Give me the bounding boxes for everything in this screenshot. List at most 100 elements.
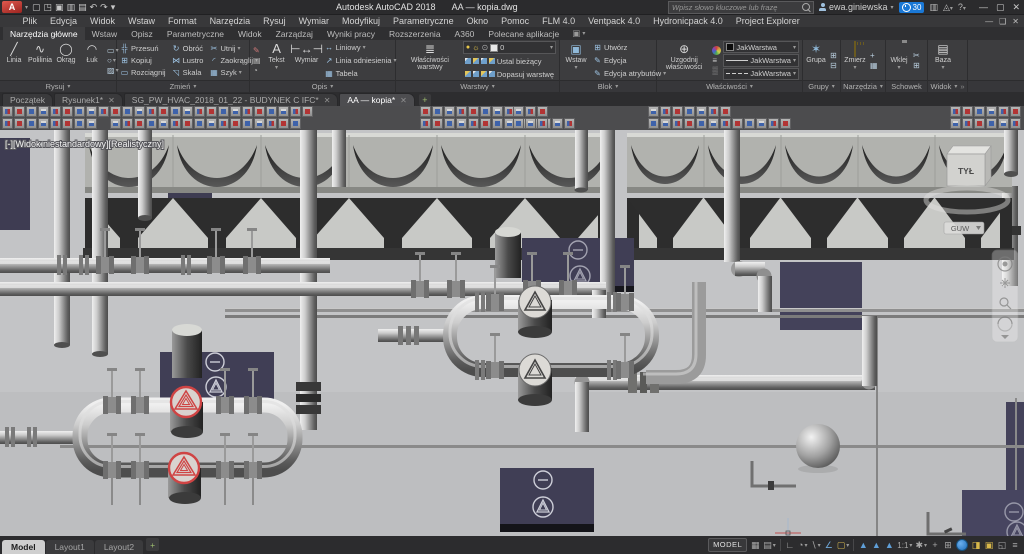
viewcube-face-label[interactable]: TYŁ — [958, 166, 974, 176]
quick-properties-icon[interactable]: ⊞ — [943, 540, 953, 551]
ribbon-tab-a360[interactable]: A360 — [448, 27, 482, 40]
qat-customize-icon[interactable]: ▾ — [111, 1, 116, 13]
model-space-button[interactable]: MODEL — [708, 538, 747, 552]
toolbar-icon[interactable] — [768, 118, 779, 129]
toolbar-icon[interactable] — [278, 118, 289, 129]
doc-close-button[interactable]: ✕ — [1012, 17, 1019, 26]
toolbar-icon[interactable] — [266, 118, 277, 129]
maximize-button[interactable]: ▢ — [996, 2, 1005, 13]
drawing-tab-początek[interactable]: Początek — [2, 93, 53, 106]
toolbar-icon[interactable] — [230, 118, 241, 129]
toolbar-icon[interactable] — [158, 118, 169, 129]
viewport-canvas[interactable]: TYŁ GUW — [0, 130, 1024, 536]
menu-item-pomoc[interactable]: Pomoc — [495, 16, 536, 26]
toolbar-icon[interactable] — [74, 106, 85, 117]
toolbar-icon[interactable] — [648, 106, 659, 117]
isolate-objects-icon[interactable]: ◨ — [971, 540, 981, 551]
toolbar-icon[interactable] — [648, 118, 659, 129]
group-button[interactable]: ✶ Grupa — [804, 41, 828, 80]
toolbar-icon[interactable] — [86, 106, 97, 117]
qat-undo-icon[interactable]: ↶ — [90, 1, 98, 13]
zmien-panel-label[interactable]: Zmień▾ — [117, 80, 249, 92]
close-button[interactable]: ✕ — [1012, 2, 1020, 13]
toolbar-icon[interactable] — [684, 118, 695, 129]
toolbar-icon[interactable] — [14, 118, 25, 129]
drawing-tab-sg-pw-hvac-2018-01-22-budynek-c-ifc[interactable]: SG_PW_HVAC_2018_01_22 - BUDYNEK C IFC*✕ — [124, 93, 339, 106]
annotation-monitor-icon[interactable]: + — [930, 540, 940, 550]
toolbar-icon[interactable] — [708, 106, 719, 117]
toolbar-icon[interactable] — [122, 106, 133, 117]
toolbar-icon[interactable] — [98, 106, 109, 117]
linetype-select[interactable]: JakWarstwa ▾ — [723, 68, 799, 80]
toolbar-icon[interactable] — [962, 118, 973, 129]
qat-plot-icon[interactable]: ▤ — [78, 1, 87, 13]
logo-dropdown-icon[interactable]: ▾ — [25, 4, 28, 11]
toolbar-icon[interactable] — [950, 118, 961, 129]
modify-obróć-button[interactable]: ↻Obróć — [170, 43, 206, 55]
qat-new-icon[interactable]: ▢ — [32, 1, 41, 13]
menu-item-rysuj[interactable]: Rysuj — [257, 16, 293, 26]
object-color-select[interactable]: JakWarstwa ▾ — [723, 41, 799, 53]
linetype-list-icon[interactable]: ≡ — [712, 57, 721, 65]
ribbon-tab-widok[interactable]: Widok — [231, 27, 269, 40]
warstwy-panel-label[interactable]: Warstwy▾ — [396, 80, 559, 92]
qat-saveas-icon[interactable]: ▥ — [67, 1, 76, 13]
modify-przesuń-button[interactable]: ╬Przesuń — [118, 43, 168, 55]
toolbar-icon[interactable] — [537, 106, 548, 117]
drawing-tab-aa-kopia[interactable]: AA — kopia*✕ — [339, 93, 414, 106]
toolbar-icon[interactable] — [194, 118, 205, 129]
menu-item-modyfikuj[interactable]: Modyfikuj — [336, 16, 387, 26]
toolbar-icon[interactable] — [242, 118, 253, 129]
toolbar-icon[interactable] — [962, 106, 973, 117]
notification-badge[interactable]: 30 — [899, 2, 925, 13]
annotation-scale[interactable]: 1:1▾ — [897, 541, 912, 550]
drawing-tab-rysunek1[interactable]: Rysunek1*✕ — [54, 93, 123, 106]
qat-open-icon[interactable]: ◳ — [44, 1, 53, 13]
polyline-button[interactable]: ∿ Polilinia — [27, 41, 53, 80]
toolbar-icon[interactable] — [468, 106, 479, 117]
toolbar-icon[interactable] — [950, 106, 961, 117]
match-layer-button[interactable]: Dopasuj warstwę — [463, 68, 556, 80]
menu-item-plik[interactable]: Plik — [16, 16, 44, 26]
ucs-selector[interactable]: GUW — [951, 224, 970, 233]
exchange-apps-icon[interactable]: ◬▾ — [943, 2, 953, 13]
toolbar-icon[interactable] — [432, 106, 443, 117]
menu-item-parametryczne[interactable]: Parametryczne — [387, 16, 461, 26]
toolbar-icon[interactable] — [480, 106, 491, 117]
toolbar-icon[interactable] — [492, 106, 503, 117]
circle-button[interactable]: ◯ Okrąg — [53, 41, 79, 80]
toolbar-icon[interactable] — [26, 106, 37, 117]
annotate-tabela-button[interactable]: ▦Tabela — [323, 68, 399, 80]
rysuj-panel-label[interactable]: Rysuj▾ — [0, 80, 116, 92]
new-layout-button[interactable]: + — [146, 538, 159, 551]
ribbon-options[interactable]: ▣▾ — [566, 27, 585, 40]
ribbon-tab-polecane-aplikacje[interactable]: Polecane aplikacje — [481, 27, 566, 40]
search-input[interactable]: Wpisz słowo kluczowe lub frazę — [668, 1, 814, 14]
toolbar-icon[interactable] — [182, 118, 193, 129]
toolbar-icon[interactable] — [525, 106, 536, 117]
toolbar-icon[interactable] — [134, 118, 145, 129]
doc-restore-button[interactable]: ❑ — [999, 17, 1006, 26]
narzedzia-panel-label[interactable]: Narzędzia▾ — [841, 80, 885, 92]
copy-clip-icon[interactable]: ⊞ — [913, 62, 920, 70]
menu-item-flm-4-0[interactable]: FLM 4.0 — [536, 16, 582, 26]
doc-minimize-button[interactable]: — — [985, 17, 993, 26]
toolbar-icon[interactable] — [1010, 118, 1021, 129]
toolbar-icon[interactable] — [134, 106, 145, 117]
annotate-linia-odniesienia-button[interactable]: ↗Linia odniesienia▾ — [323, 55, 399, 67]
toolbar-icon[interactable] — [218, 118, 229, 129]
menu-item-edycja[interactable]: Edycja — [44, 16, 84, 26]
toolbar-icon[interactable] — [254, 118, 265, 129]
grupy-panel-label[interactable]: Grupy▾ — [803, 80, 840, 92]
widok-panel-label[interactable]: Widok▾» — [928, 80, 967, 92]
toolbar-icon[interactable] — [513, 106, 524, 117]
ortho-mode-icon[interactable]: ∟ — [785, 540, 795, 550]
toolbar-icon[interactable] — [537, 118, 548, 129]
ribbon-tab-wstaw[interactable]: Wstaw — [85, 27, 125, 40]
toolbar-icon[interactable] — [290, 106, 301, 117]
toolbar-icon[interactable] — [158, 106, 169, 117]
toolbar-icon[interactable] — [2, 118, 13, 129]
toolbar-icon[interactable] — [432, 118, 443, 129]
model-space-view[interactable]: TYŁ GUW — [0, 130, 1024, 536]
pump-center-2[interactable] — [518, 354, 552, 406]
